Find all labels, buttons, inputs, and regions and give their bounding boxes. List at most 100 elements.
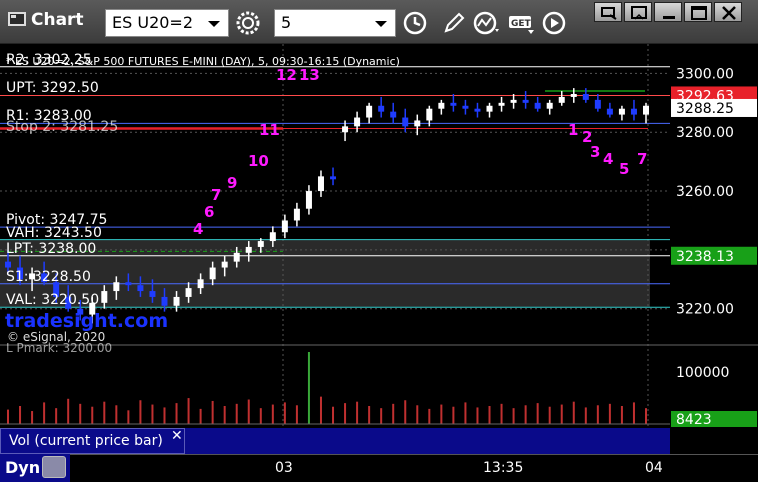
volume-bar [548, 406, 551, 424]
volume-bar [163, 407, 166, 424]
candle-body [618, 108, 625, 115]
candle-body [643, 105, 649, 115]
candle-body [366, 105, 373, 118]
dynamic-label: Dyn [5, 458, 41, 477]
candle-body [197, 279, 204, 289]
volume-bar [235, 403, 238, 424]
volume-bar [356, 401, 359, 424]
volume-bar [295, 405, 298, 424]
lpmark-label: L Pmark: 3200.00 [6, 341, 113, 355]
volume-bar [31, 411, 34, 424]
candle-body [173, 296, 180, 306]
time-label: 04 [645, 460, 663, 476]
candle-body [233, 252, 240, 262]
price-tag-last: 3288.25 [676, 101, 734, 117]
volume-bar [500, 403, 503, 424]
session-settings-icon[interactable] [42, 456, 66, 478]
candle-body [281, 220, 288, 233]
candle-body [113, 282, 120, 292]
volume-tick: 100000 [676, 365, 729, 381]
volume-bar [512, 408, 515, 424]
volume-bar [596, 405, 599, 424]
volume-current: 8423 [676, 412, 712, 428]
candle-body [293, 208, 300, 221]
td-count-marker: 5 [619, 160, 630, 178]
volume-bar [632, 402, 635, 424]
candle-body [474, 108, 481, 112]
candle-body [161, 296, 168, 306]
volume-tab[interactable]: Vol (current price bar) [0, 428, 185, 454]
close-icon[interactable]: ✕ [171, 428, 183, 444]
td-count-marker: 10 [248, 152, 269, 170]
candle-body [330, 176, 337, 180]
volume-bar [344, 403, 347, 424]
candle-body [594, 99, 601, 109]
volume-bar [440, 404, 443, 424]
td-count-marker: 3 [590, 143, 601, 161]
candle-body [498, 102, 505, 106]
stop-label: Stop 2: 3281.25 [6, 118, 119, 135]
volume-bar [247, 399, 250, 424]
td-count-marker: 12 [276, 66, 297, 84]
td-count-marker: 13 [299, 66, 320, 84]
volume-bar [127, 410, 130, 424]
price-chart[interactable]: 3300.003280.003260.003220.003292.633288.… [0, 0, 758, 482]
volume-bar [175, 403, 178, 424]
candle-body [582, 94, 589, 100]
td-count-marker: 11 [259, 121, 280, 139]
volume-bar [319, 396, 322, 424]
candle-body [438, 102, 445, 109]
watermark: tradesight.com [5, 310, 169, 332]
volume-bar [151, 404, 154, 424]
candle-body [390, 111, 397, 118]
volume-bar [199, 408, 202, 424]
price-tick: 3300.00 [676, 66, 734, 82]
volume-bar [91, 406, 94, 424]
volume-bar [452, 406, 455, 424]
volume-bar [271, 404, 274, 424]
volume-bar [608, 403, 611, 424]
candle-body [125, 282, 132, 286]
volume-bar [43, 402, 46, 424]
volume-bar [223, 406, 226, 424]
time-label: 13:35 [483, 460, 524, 476]
candle-body [305, 191, 312, 209]
volume-bar [536, 403, 539, 424]
level-label: R2: 3302.25 [6, 51, 92, 68]
candle-body [606, 108, 613, 115]
candle-body [462, 105, 469, 109]
volume-bar [404, 400, 407, 424]
candle-body [522, 99, 529, 103]
candle-body [570, 94, 577, 97]
candle-body [137, 285, 144, 292]
volume-bar [620, 406, 623, 424]
volume-bar [187, 398, 190, 424]
candle-body [342, 126, 349, 133]
price-tag-low: 3238.13 [676, 249, 734, 265]
candle-body [414, 120, 421, 127]
price-tick: 3220.00 [676, 302, 734, 318]
level-label: VAL: 3220.50 [6, 292, 100, 309]
volume-bar [115, 405, 118, 424]
candle-body [221, 261, 228, 268]
level-label: VAH: 3243.50 [6, 224, 102, 241]
volume-bar [79, 403, 82, 424]
volume-bar [572, 401, 575, 424]
level-label: LPT: 3238.00 [6, 240, 97, 257]
candle-body [269, 232, 276, 242]
td-count-marker: 4 [603, 150, 614, 168]
volume-bar [307, 352, 310, 424]
volume-bar [476, 407, 479, 424]
candle-body [245, 246, 252, 253]
candle-body [450, 102, 457, 106]
candle-body [630, 108, 637, 115]
candle-body [402, 117, 409, 127]
volume-bar [488, 406, 491, 424]
price-tick: 3280.00 [676, 125, 734, 141]
volume-bar [139, 400, 142, 424]
candle-body [209, 267, 216, 280]
volume-bar [211, 400, 214, 424]
td-count-marker: 7 [211, 186, 222, 204]
candle-body [426, 108, 433, 121]
volume-bar [19, 406, 22, 424]
